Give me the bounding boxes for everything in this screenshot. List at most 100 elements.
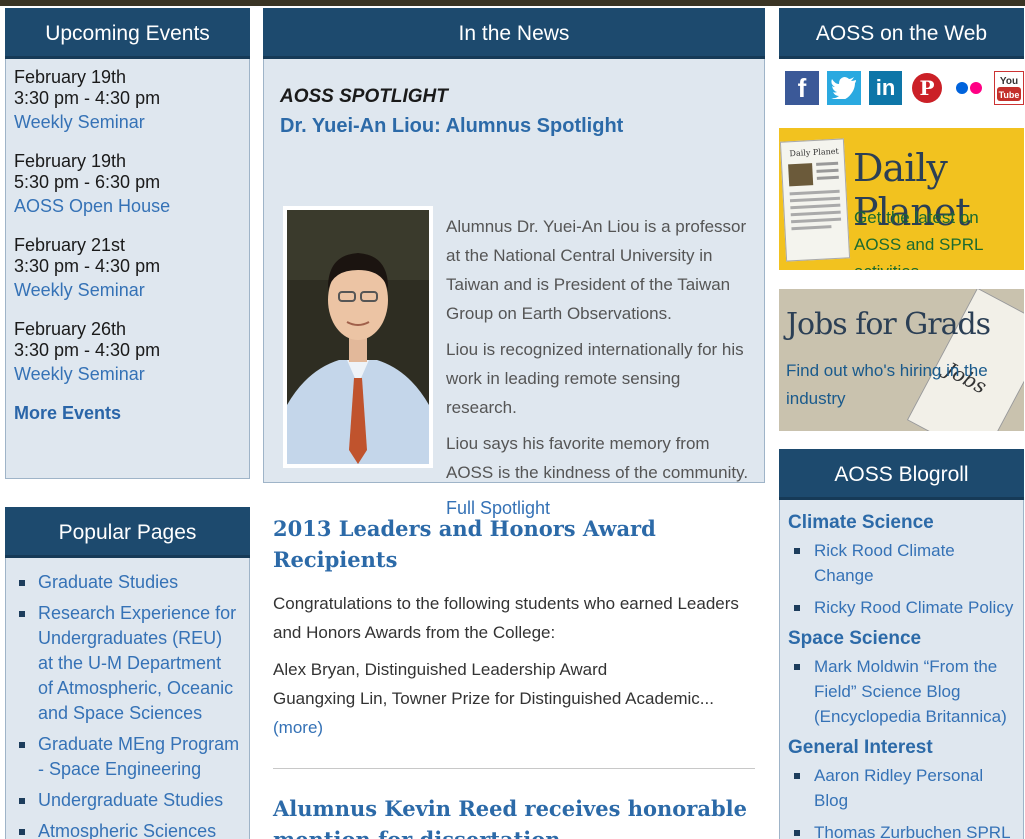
event-time: 3:30 pm - 4:30 pm [14,256,161,276]
popular-page-item[interactable]: Atmospheric Sciences [16,819,241,839]
spotlight-headline-link[interactable]: Dr. Yuei-An Liou: Alumnus Spotlight [280,115,748,138]
event-item: February 19th 5:30 pm - 6:30 pm AOSS Ope… [14,151,241,220]
twitter-icon[interactable] [826,71,861,105]
blog-category: Space Science [788,628,922,649]
aoss-on-the-web-header: AOSS on the Web [779,8,1024,59]
more-events-link[interactable]: More Events [14,403,241,424]
svg-text:You: You [1000,76,1018,87]
square-bullet-icon [19,798,25,804]
article-intro: Congratulations to the following student… [273,594,739,642]
popular-pages-list: Graduate Studies Research Experience for… [16,570,241,839]
news-column: In the News AOSS SPOTLIGHT Dr. Yuei-An L… [263,8,765,839]
upcoming-events-header: Upcoming Events [5,8,250,59]
blog-item[interactable]: Aaron Ridley Personal Blog [788,763,1017,813]
news-article: 2013 Leaders and Honors Award Recipients… [263,483,765,742]
flickr-dots-icon [956,82,983,94]
facebook-icon[interactable]: f [785,71,819,105]
popular-pages-header: Popular Pages [5,507,250,558]
event-time: 5:30 pm - 6:30 pm [14,172,161,192]
spotlight-paragraph: Liou is recognized internationally for h… [446,340,744,417]
square-bullet-icon [19,580,25,586]
newspaper-image: Daily Planet [779,138,851,262]
spotlight-panel: AOSS SPOTLIGHT Dr. Yuei-An Liou: Alumnus… [263,59,765,518]
event-time: 3:30 pm - 4:30 pm [14,340,161,360]
event-date: February 21st [14,235,126,255]
blog-link[interactable]: Thomas Zurbuchen SPRL [814,823,1011,839]
blogroll-header: AOSS Blogroll [779,449,1024,500]
square-bullet-icon [19,611,25,617]
popular-page-link[interactable]: Atmospheric Sciences [38,821,216,839]
blog-item[interactable]: Thomas Zurbuchen SPRL [788,820,1017,839]
spotlight-kicker: AOSS SPOTLIGHT [280,86,448,107]
popular-page-item[interactable]: Graduate Studies [16,570,241,595]
top-stripe [0,0,1025,6]
event-date: February 19th [14,67,127,87]
daily-planet-subtitle: Get the latest on AOSS and SPRL activiti… [854,208,983,270]
article-line: Alex Bryan, Distinguished Leadership Awa… [273,660,608,679]
pinterest-logo-icon: P [912,73,943,103]
square-bullet-icon [794,830,800,836]
square-bullet-icon [794,664,800,670]
article-excerpt: Alex Bryan, Distinguished Leadership Awa… [273,655,755,742]
popular-page-item[interactable]: Graduate MEng Program - Space Engineerin… [16,732,241,782]
blog-item[interactable]: Mark Moldwin “From the Field” Science Bl… [788,654,1017,729]
square-bullet-icon [19,829,25,835]
blog-link[interactable]: Aaron Ridley Personal Blog [814,766,983,810]
left-column: Upcoming Events February 19th 3:30 pm - … [5,8,250,839]
blog-list: Rick Rood Climate Change Ricky Rood Clim… [788,538,1017,620]
popular-page-link[interactable]: Undergraduate Studies [38,790,223,810]
svg-text:P: P [920,76,935,100]
event-time: 3:30 pm - 4:30 pm [14,88,161,108]
article-title-link[interactable]: 2013 Leaders and Honors Award Recipients [273,513,755,575]
blog-link[interactable]: Rick Rood Climate Change [814,541,955,585]
flickr-icon[interactable] [952,71,986,105]
blogroll-panel: Climate Science Rick Rood Climate Change… [779,500,1024,839]
blog-category: General Interest [788,737,933,758]
spotlight-paragraph: Alumnus Dr. Yuei-An Liou is a professor … [446,217,747,323]
linkedin-icon[interactable]: in [868,71,903,105]
spotlight-photo [283,206,433,468]
popular-page-link[interactable]: Graduate Studies [38,572,178,592]
event-date: February 26th [14,319,127,339]
blog-item[interactable]: Rick Rood Climate Change [788,538,1017,588]
article-title-link[interactable]: Alumnus Kevin Reed receives honorable me… [273,793,755,839]
spotlight-paragraph: Liou says his favorite memory from AOSS … [446,434,749,482]
jobs-subtitle: Find out who's hiring in the industry [786,361,988,408]
blog-link[interactable]: Ricky Rood Climate Policy [814,598,1013,617]
youtube-logo-icon: You Tube [996,76,1021,101]
pinterest-icon[interactable]: P [910,71,945,105]
event-link[interactable]: Weekly Seminar [14,280,145,300]
popular-page-link[interactable]: Research Experience for Undergraduates (… [38,603,236,723]
newspaper-masthead: Daily Planet [789,147,839,159]
blog-link[interactable]: Mark Moldwin “From the Field” Science Bl… [814,657,1007,726]
youtube-icon[interactable]: You Tube [993,71,1024,105]
newspaper-graphic: Daily Planet [788,147,842,231]
jobs-for-grads-banner[interactable]: Jobs Jobs for Grads Find out who's hirin… [779,289,1024,431]
square-bullet-icon [794,605,800,611]
more-link[interactable]: (more) [273,718,323,737]
blogroll-box: AOSS Blogroll Climate Science Rick Rood … [779,449,1024,839]
daily-planet-banner[interactable]: Daily Planet Daily Planet Get the latest… [779,128,1024,270]
event-item: February 19th 3:30 pm - 4:30 pm Weekly S… [14,67,241,136]
jobs-title: Jobs for Grads [786,307,991,342]
popular-page-item[interactable]: Undergraduate Studies [16,788,241,813]
right-column: AOSS on the Web f in P You Tube Daily Pla… [779,8,1024,839]
blog-item[interactable]: Ricky Rood Climate Policy [788,595,1017,620]
square-bullet-icon [794,773,800,779]
blog-category: Climate Science [788,512,934,533]
portrait-image [287,210,429,464]
event-link[interactable]: AOSS Open House [14,196,170,216]
event-link[interactable]: Weekly Seminar [14,112,145,132]
popular-page-link[interactable]: Graduate MEng Program - Space Engineerin… [38,734,239,779]
full-spotlight-link[interactable]: Full Spotlight [446,498,550,519]
event-link[interactable]: Weekly Seminar [14,364,145,384]
article-line: Guangxing Lin, Towner Prize for Distingu… [273,689,714,708]
square-bullet-icon [19,742,25,748]
popular-page-item[interactable]: Research Experience for Undergraduates (… [16,601,241,726]
upcoming-events-panel: February 19th 3:30 pm - 4:30 pm Weekly S… [5,59,250,479]
in-the-news-header: In the News [263,8,765,59]
square-bullet-icon [794,548,800,554]
social-icons: f in P You Tube [779,59,1024,105]
twitter-bird-icon [830,77,856,99]
event-item: February 21st 3:30 pm - 4:30 pm Weekly S… [14,235,241,304]
